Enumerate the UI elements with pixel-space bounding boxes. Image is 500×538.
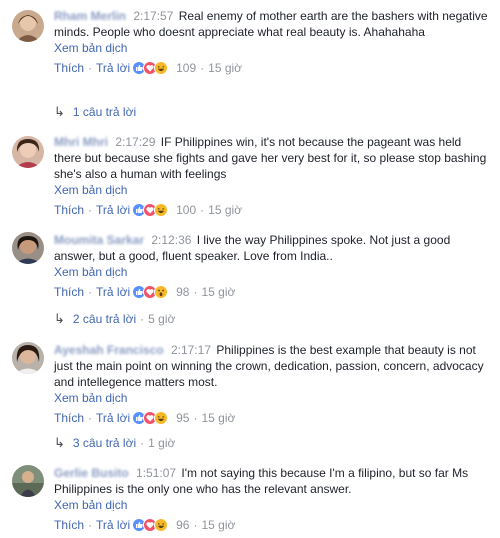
like-button[interactable]: Thích: [54, 60, 84, 76]
separator: ·: [88, 518, 93, 532]
reply-button[interactable]: Trả lời: [96, 284, 130, 300]
comment-text: Ayeshah Francisco 2:17:17 Philippines is…: [54, 342, 490, 390]
commenter-name[interactable]: Ayeshah Francisco: [54, 343, 164, 357]
comment-age[interactable]: 15 giờ: [201, 284, 235, 300]
separator: ·: [193, 411, 198, 425]
like-button[interactable]: Thích: [54, 517, 84, 533]
view-replies-link[interactable]: ↳ 2 câu trả lời · 5 giờ: [54, 311, 175, 327]
see-translation-link[interactable]: Xem bản dịch: [54, 264, 490, 280]
comment-timestamp: 1:51:07: [136, 466, 177, 480]
reaction-count[interactable]: 96: [176, 517, 189, 533]
avatar[interactable]: [12, 465, 44, 497]
reaction-summary[interactable]: [132, 203, 169, 217]
wow-reaction-icon: [154, 285, 169, 299]
avatar[interactable]: [12, 10, 44, 42]
replies-count-label[interactable]: 1 câu trả lời: [73, 104, 136, 120]
see-translation-link[interactable]: Xem bản dịch: [54, 182, 490, 198]
replies-count-label[interactable]: 3 câu trả lời: [73, 435, 136, 451]
see-translation-link[interactable]: Xem bản dịch: [54, 390, 490, 406]
separator: ·: [200, 203, 205, 217]
like-button[interactable]: Thích: [54, 410, 84, 426]
reaction-summary[interactable]: [132, 285, 169, 299]
commenter-name[interactable]: Rham Merlin: [54, 9, 126, 23]
haha-reaction-icon: [154, 411, 169, 425]
comment-timestamp: 2:17:29: [115, 135, 156, 149]
comment-age[interactable]: 15 giờ: [208, 60, 242, 76]
like-button[interactable]: Thích: [54, 202, 84, 218]
separator: ·: [88, 203, 93, 217]
comment-timestamp: 2:17:57: [133, 9, 174, 23]
avatar[interactable]: [12, 342, 44, 374]
separator: ·: [88, 285, 93, 299]
like-button[interactable]: Thích: [54, 284, 84, 300]
comment-actions: Thích · Trả lời 96 · 15 giờ: [54, 517, 490, 533]
view-replies-link[interactable]: ↳ 1 câu trả lời: [54, 104, 136, 120]
comment-actions: Thích · Trả lời 109 · 15 giờ: [54, 60, 490, 76]
reaction-summary[interactable]: [132, 518, 169, 532]
comment-age[interactable]: 15 giờ: [201, 517, 235, 533]
comment-age[interactable]: 15 giờ: [201, 410, 235, 426]
separator: ·: [193, 518, 198, 532]
reaction-summary[interactable]: [132, 411, 169, 425]
haha-reaction-icon: [154, 518, 169, 532]
commenter-name[interactable]: Mhri Mhri: [54, 135, 108, 149]
reaction-count[interactable]: 100: [176, 202, 196, 218]
separator: ·: [193, 285, 198, 299]
avatar[interactable]: [12, 232, 44, 264]
comment-actions: Thích · Trả lời 98 · 15 giờ: [54, 284, 490, 300]
see-translation-link[interactable]: Xem bản dịch: [54, 40, 490, 56]
separator: ·: [140, 312, 145, 326]
see-translation-link[interactable]: Xem bản dịch: [54, 497, 490, 513]
commenter-name[interactable]: Gerlie Busito: [54, 466, 129, 480]
reaction-count[interactable]: 109: [176, 60, 196, 76]
avatar[interactable]: [12, 136, 44, 168]
reaction-summary[interactable]: [132, 61, 169, 75]
reaction-count[interactable]: 95: [176, 410, 189, 426]
separator: ·: [140, 436, 145, 450]
haha-reaction-icon: [154, 203, 169, 217]
comment-timestamp: 2:12:36: [151, 233, 192, 247]
comment-timestamp: 2:17:17: [170, 343, 211, 357]
comment-actions: Thích · Trả lời 95 · 15 giờ: [54, 410, 490, 426]
comment-text: Moumita Sarkar 2:12:36 I live the way Ph…: [54, 232, 490, 264]
replies-count-label[interactable]: 2 câu trả lời: [73, 311, 136, 327]
replies-age: 5 giờ: [148, 312, 176, 326]
separator: ·: [88, 61, 93, 75]
commenter-name[interactable]: Moumita Sarkar: [54, 233, 144, 247]
reaction-count[interactable]: 98: [176, 284, 189, 300]
reply-arrow-icon: ↳: [54, 435, 65, 450]
reply-button[interactable]: Trả lời: [96, 410, 130, 426]
comment-age[interactable]: 15 giờ: [208, 202, 242, 218]
reply-arrow-icon: ↳: [54, 104, 65, 119]
separator: ·: [200, 61, 205, 75]
reply-button[interactable]: Trả lời: [96, 60, 130, 76]
reply-button[interactable]: Trả lời: [96, 517, 130, 533]
reply-button[interactable]: Trả lời: [96, 202, 130, 218]
comment-text: Rham Merlin 2:17:57 Real enemy of mother…: [54, 8, 490, 40]
reply-arrow-icon: ↳: [54, 311, 65, 326]
comment-text: Mhri Mhri 2:17:29 IF Philippines win, it…: [54, 134, 490, 182]
haha-reaction-icon: [154, 61, 169, 75]
view-replies-link[interactable]: ↳ 3 câu trả lời · 1 giờ: [54, 435, 175, 451]
comment-actions: Thích · Trả lời 100 · 15 giờ: [54, 202, 490, 218]
replies-age: 1 giờ: [148, 436, 176, 450]
separator: ·: [88, 411, 93, 425]
comment-text: Gerlie Busito 1:51:07 I'm not saying thi…: [54, 465, 490, 497]
